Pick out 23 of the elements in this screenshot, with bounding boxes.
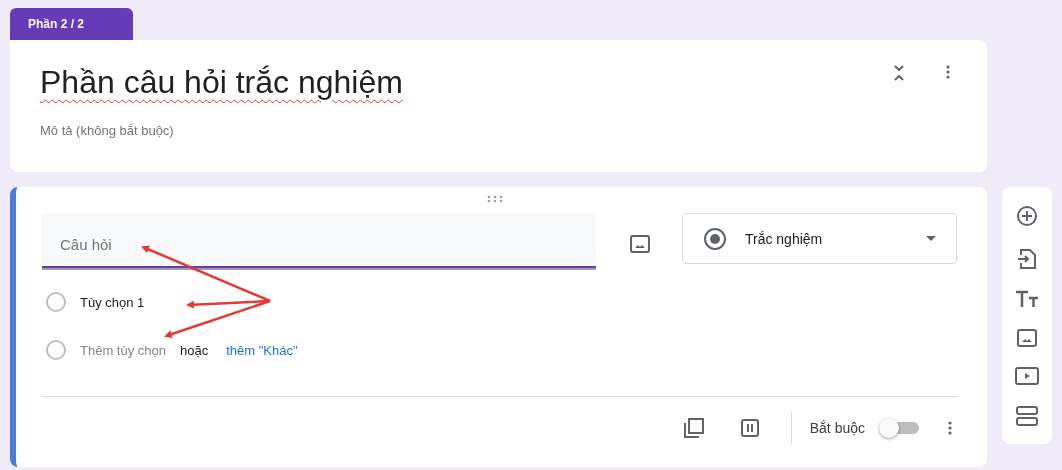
section-title[interactable]: Phần câu hỏi trắc nghiệm [40, 64, 957, 101]
add-other-link[interactable]: thêm "Khác" [226, 342, 298, 358]
import-icon[interactable] [1017, 247, 1037, 270]
add-question-icon[interactable] [1016, 205, 1038, 228]
add-option-field[interactable]: Thêm tùy chọn [80, 342, 166, 358]
add-video-icon[interactable] [1015, 367, 1039, 386]
description-field[interactable]: Mô tả (không bắt buộc) [40, 123, 957, 138]
question-type-select[interactable]: Trắc nghiệm [681, 213, 957, 264]
required-label: Bắt buộc [809, 420, 865, 436]
option-label[interactable]: Tùy chọn 1 [80, 294, 145, 310]
collapse-icon[interactable] [893, 64, 905, 82]
radio-button-icon [702, 226, 727, 251]
add-section-icon[interactable] [1016, 405, 1038, 426]
dropdown-caret-icon [926, 236, 936, 241]
radio-icon [46, 340, 66, 360]
or-text: hoặc [180, 342, 209, 358]
text-size-icon[interactable] [1015, 290, 1039, 309]
question-field[interactable]: Câu hỏi [42, 213, 596, 270]
more-icon[interactable] [945, 64, 951, 80]
image-icon [629, 235, 650, 253]
radio-icon[interactable] [46, 292, 66, 312]
add-image-icon[interactable] [1017, 328, 1037, 347]
more-icon [947, 420, 953, 436]
